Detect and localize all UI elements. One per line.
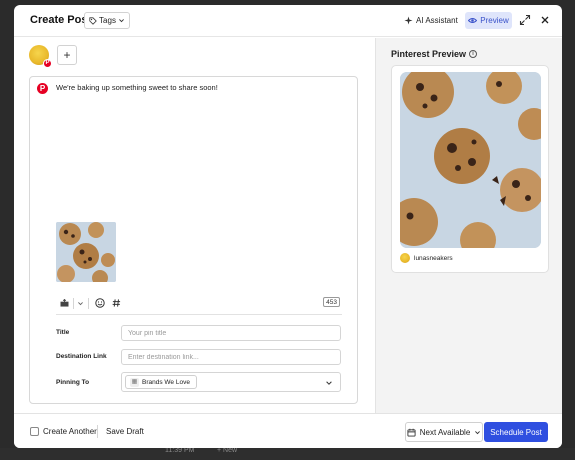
board-icon: ▦ [130, 377, 139, 387]
save-draft-button[interactable]: Save Draft [106, 427, 144, 436]
tags-label: Tags [99, 16, 116, 25]
tag-icon [89, 16, 97, 25]
post-editor: P We're baking up something sweet to sha… [29, 76, 358, 404]
user-avatar [400, 253, 410, 263]
chevron-down-icon [119, 19, 124, 23]
ai-assistant-label: AI Assistant [416, 16, 458, 25]
preview-label: Preview [480, 16, 509, 25]
image-icon[interactable] [60, 299, 69, 307]
chevron-down-icon[interactable] [77, 300, 84, 307]
editor-toolbar: 453 [56, 295, 340, 311]
background-app [0, 448, 575, 460]
calendar-icon [407, 428, 416, 437]
preview-toggle-button[interactable]: Preview [465, 12, 512, 29]
pin-title-input[interactable] [121, 325, 341, 341]
close-icon[interactable] [539, 14, 551, 26]
cookies-image [400, 72, 541, 248]
pin-username: lunasneakers [414, 254, 453, 262]
preview-heading: Pinterest Preview i [391, 49, 478, 59]
board-name: Brands We Love [142, 378, 190, 386]
pinning-to-label: Pinning To [56, 379, 90, 386]
pin-preview-card: lunasneakers [391, 65, 549, 273]
emoji-icon[interactable] [95, 298, 105, 308]
info-icon[interactable]: i [469, 50, 478, 58]
hashtag-icon[interactable] [112, 298, 121, 308]
chevron-down-icon [475, 430, 481, 434]
preview-title: Pinterest Preview [391, 49, 467, 59]
modal-footer: Create Another Save Draft Next Available… [14, 413, 562, 448]
character-count: 453 [323, 297, 340, 307]
toolbar-divider [73, 298, 74, 309]
chevron-down-icon [326, 381, 332, 385]
add-account-button[interactable]: + [57, 45, 77, 65]
modal-title: Create Post [30, 14, 92, 26]
destination-link-label: Destination Link [56, 353, 107, 360]
pinterest-badge-icon: P [43, 59, 52, 68]
pin-preview-image [400, 72, 541, 248]
media-thumbnail[interactable] [56, 222, 116, 282]
next-available-button[interactable]: Next Available [405, 422, 483, 442]
ai-assistant-button[interactable]: AI Assistant [404, 12, 458, 29]
pin-user-row: lunasneakers [400, 253, 453, 263]
toolbar-divider [88, 298, 89, 309]
composer-pane: P + P We're baking up something sweet to… [14, 38, 374, 413]
tags-button[interactable]: Tags [84, 12, 130, 29]
schedule-post-button[interactable]: Schedule Post [484, 422, 548, 442]
footer-divider [97, 425, 98, 438]
post-text-input[interactable]: We're baking up something sweet to share… [56, 83, 218, 92]
board-select[interactable]: ▦ Brands We Love [121, 372, 341, 392]
background-new-button: + New [217, 447, 238, 454]
background-time: 11:39 PM [165, 447, 195, 454]
create-another-checkbox[interactable] [30, 427, 39, 436]
sparkle-icon [404, 16, 413, 25]
editor-divider [56, 314, 342, 315]
preview-pane: Pinterest Preview i lunasneakers [375, 38, 562, 413]
board-chip[interactable]: ▦ Brands We Love [125, 375, 197, 389]
create-another-label[interactable]: Create Another [43, 427, 97, 436]
title-label: Title [56, 329, 70, 336]
expand-icon[interactable] [519, 14, 531, 26]
pinterest-logo-icon: P [37, 83, 48, 94]
destination-link-input[interactable] [121, 349, 341, 365]
cookies-image [56, 222, 116, 282]
modal-header: Create Post Tags AI Assistant Preview [14, 5, 562, 37]
eye-icon [468, 18, 478, 23]
create-post-modal: Create Post Tags AI Assistant Preview P … [14, 5, 562, 448]
next-available-label: Next Available [419, 427, 471, 437]
